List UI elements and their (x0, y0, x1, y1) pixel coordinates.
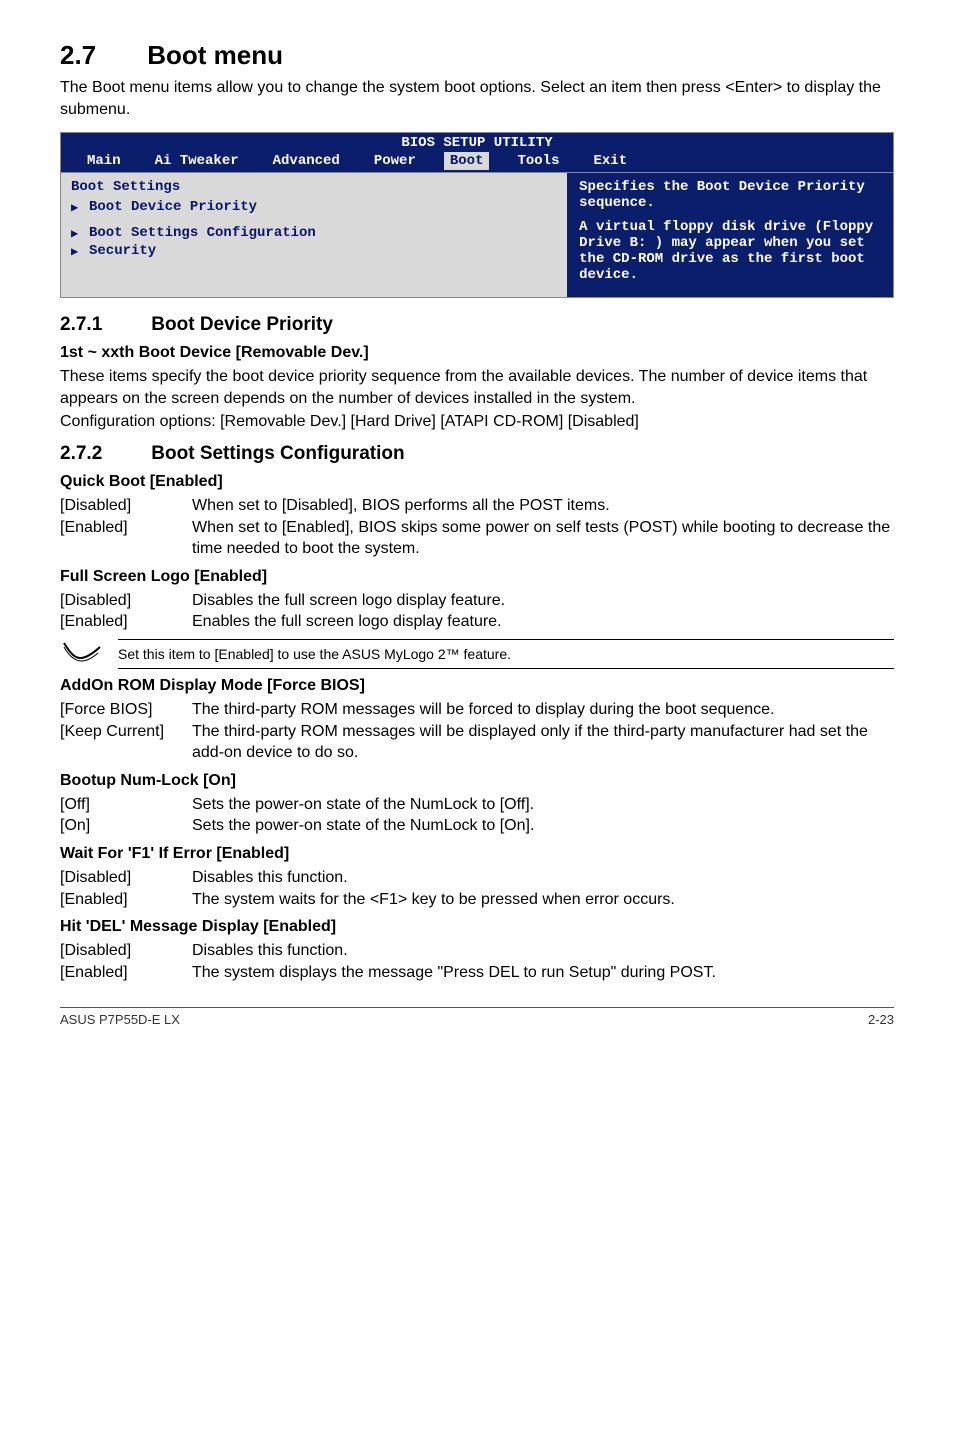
option-heading: Full Screen Logo [Enabled] (60, 568, 894, 586)
option-value: Sets the power-on state of the NumLock t… (192, 815, 894, 837)
bios-body: Boot Settings Boot Device Priority Boot … (61, 172, 893, 297)
bios-right-pane: Specifies the Boot Device Priority seque… (567, 173, 893, 297)
option-key: [Disabled] (60, 867, 192, 889)
option-key: [Enabled] (60, 962, 192, 984)
subsection-text: Boot Device Priority (151, 314, 333, 335)
option-key: [Force BIOS] (60, 699, 192, 721)
subsection-number: 2.7.1 (60, 314, 146, 336)
bios-left-pane: Boot Settings Boot Device Priority Boot … (61, 173, 567, 297)
footer-right: 2-23 (868, 1012, 894, 1027)
body-text: Configuration options: [Removable Dev.] … (60, 411, 894, 433)
bios-tabs: Main Ai Tweaker Advanced Power Boot Tool… (61, 152, 893, 172)
option-value: The system waits for the <F1> key to be … (192, 889, 894, 911)
tab-ai-tweaker: Ai Tweaker (149, 152, 245, 170)
subsection-title: 2.7.2 Boot Settings Configuration (60, 443, 894, 465)
option-table: [Disabled]Disables this function. [Enabl… (60, 867, 894, 910)
bios-item: Boot Settings Configuration (71, 225, 557, 241)
option-value: The third-party ROM messages will be for… (192, 699, 894, 721)
option-value: When set to [Disabled], BIOS performs al… (192, 495, 894, 517)
tab-boot: Boot (444, 152, 490, 170)
option-value: The third-party ROM messages will be dis… (192, 721, 894, 764)
option-heading: Hit 'DEL' Message Display [Enabled] (60, 918, 894, 936)
option-table: [Disabled]When set to [Disabled], BIOS p… (60, 495, 894, 560)
bios-header: BIOS SETUP UTILITY (61, 133, 893, 152)
note-icon (60, 639, 104, 669)
option-key: [Enabled] (60, 517, 192, 560)
bios-left-heading: Boot Settings (71, 179, 557, 195)
bios-help-text: A virtual floppy disk drive (Floppy Driv… (579, 219, 883, 283)
subsection-text: Boot Settings Configuration (151, 443, 404, 464)
tab-tools: Tools (511, 152, 565, 170)
bios-screenshot: BIOS SETUP UTILITY Main Ai Tweaker Advan… (60, 132, 894, 298)
option-key: [Disabled] (60, 495, 192, 517)
option-value: The system displays the message "Press D… (192, 962, 894, 984)
option-heading: 1st ~ xxth Boot Device [Removable Dev.] (60, 344, 894, 362)
section-text: Boot menu (147, 40, 283, 70)
bios-item: Boot Device Priority (71, 199, 557, 215)
option-heading: Bootup Num-Lock [On] (60, 772, 894, 790)
option-table: [Off]Sets the power-on state of the NumL… (60, 794, 894, 837)
option-value: Disables the full screen logo display fe… (192, 590, 894, 612)
option-value: Disables this function. (192, 940, 894, 962)
note-row: Set this item to [Enabled] to use the AS… (60, 639, 894, 669)
bios-help-text: Specifies the Boot Device Priority seque… (579, 179, 883, 211)
option-table: [Disabled]Disables this function. [Enabl… (60, 940, 894, 983)
option-table: [Force BIOS]The third-party ROM messages… (60, 699, 894, 764)
footer-left: ASUS P7P55D-E LX (60, 1012, 180, 1027)
option-key: [Enabled] (60, 611, 192, 633)
option-key: [Disabled] (60, 590, 192, 612)
bios-item: Security (71, 243, 557, 259)
tab-advanced: Advanced (267, 152, 346, 170)
option-table: [Disabled]Disables the full screen logo … (60, 590, 894, 633)
option-key: [Keep Current] (60, 721, 192, 764)
subsection-number: 2.7.2 (60, 443, 146, 465)
tab-main: Main (81, 152, 127, 170)
option-value: Disables this function. (192, 867, 894, 889)
option-key: [Off] (60, 794, 192, 816)
tab-exit: Exit (587, 152, 633, 170)
option-value: Sets the power-on state of the NumLock t… (192, 794, 894, 816)
section-title: 2.7 Boot menu (60, 40, 894, 71)
page-footer: ASUS P7P55D-E LX 2-23 (60, 1007, 894, 1027)
tab-power: Power (368, 152, 422, 170)
option-value: When set to [Enabled], BIOS skips some p… (192, 517, 894, 560)
intro-text: The Boot menu items allow you to change … (60, 77, 894, 120)
option-heading: Quick Boot [Enabled] (60, 473, 894, 491)
body-text: These items specify the boot device prio… (60, 366, 894, 409)
option-key: [Enabled] (60, 889, 192, 911)
option-key: [Disabled] (60, 940, 192, 962)
option-value: Enables the full screen logo display fea… (192, 611, 894, 633)
section-number: 2.7 (60, 40, 140, 71)
option-heading: AddOn ROM Display Mode [Force BIOS] (60, 677, 894, 695)
option-key: [On] (60, 815, 192, 837)
subsection-title: 2.7.1 Boot Device Priority (60, 314, 894, 336)
note-text: Set this item to [Enabled] to use the AS… (118, 639, 894, 669)
option-heading: Wait For 'F1' If Error [Enabled] (60, 845, 894, 863)
